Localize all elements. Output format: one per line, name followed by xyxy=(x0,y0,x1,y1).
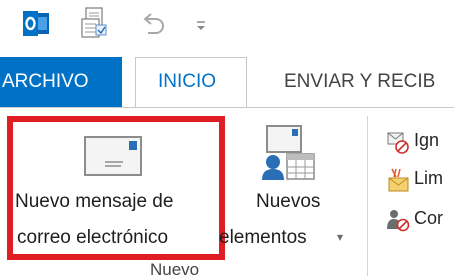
group-divider xyxy=(367,116,368,276)
ignore-button[interactable]: Ign xyxy=(382,126,454,160)
chevron-down-icon: ▾ xyxy=(337,230,344,244)
new-items-icon xyxy=(259,124,319,182)
group-label-nuevo: Nuevo xyxy=(150,260,200,279)
new-items-button[interactable]: Nuevos elementos ▾ xyxy=(219,118,355,253)
new-email-label-line2: correo electrónico xyxy=(17,227,169,248)
clean-up-label: Lim xyxy=(414,168,444,188)
junk-icon xyxy=(386,208,410,232)
customize-quick-access-icon[interactable] xyxy=(194,18,208,32)
new-email-label-line1: Nuevo mensaje de xyxy=(15,191,174,212)
new-items-label-line1: Nuevos xyxy=(256,191,321,212)
outlook-app-icon[interactable] xyxy=(22,10,50,37)
send-receive-all-icon[interactable] xyxy=(80,7,108,39)
new-items-label-line2: elementos xyxy=(219,227,307,248)
tab-archivo-label: ARCHIVO xyxy=(2,71,89,92)
tab-archivo[interactable]: ARCHIVO xyxy=(0,57,122,107)
tab-enviar-y-recibir[interactable]: ENVIAR Y RECIB xyxy=(272,57,454,107)
ribbon-panel: Nuevo mensaje de correo electrónico Nuev… xyxy=(0,107,454,279)
ignore-icon xyxy=(386,130,410,154)
ribbon-tab-bar: ARCHIVO INICIO ENVIAR Y RECIB xyxy=(0,57,454,108)
tab-inicio[interactable]: INICIO xyxy=(135,57,247,108)
ignore-label: Ign xyxy=(414,130,440,150)
undo-icon[interactable] xyxy=(140,10,168,34)
new-email-button[interactable]: Nuevo mensaje de correo electrónico xyxy=(13,122,219,254)
quick-access-toolbar xyxy=(0,0,454,46)
envelope-icon xyxy=(83,135,143,177)
tab-enviar-label: ENVIAR Y RECIB xyxy=(284,71,436,92)
junk-label: Cor xyxy=(414,208,444,228)
tab-inicio-label: INICIO xyxy=(158,71,217,92)
clean-up-button[interactable]: Lim xyxy=(382,164,454,198)
clean-up-icon xyxy=(386,167,410,193)
junk-button[interactable]: Cor xyxy=(382,204,454,238)
